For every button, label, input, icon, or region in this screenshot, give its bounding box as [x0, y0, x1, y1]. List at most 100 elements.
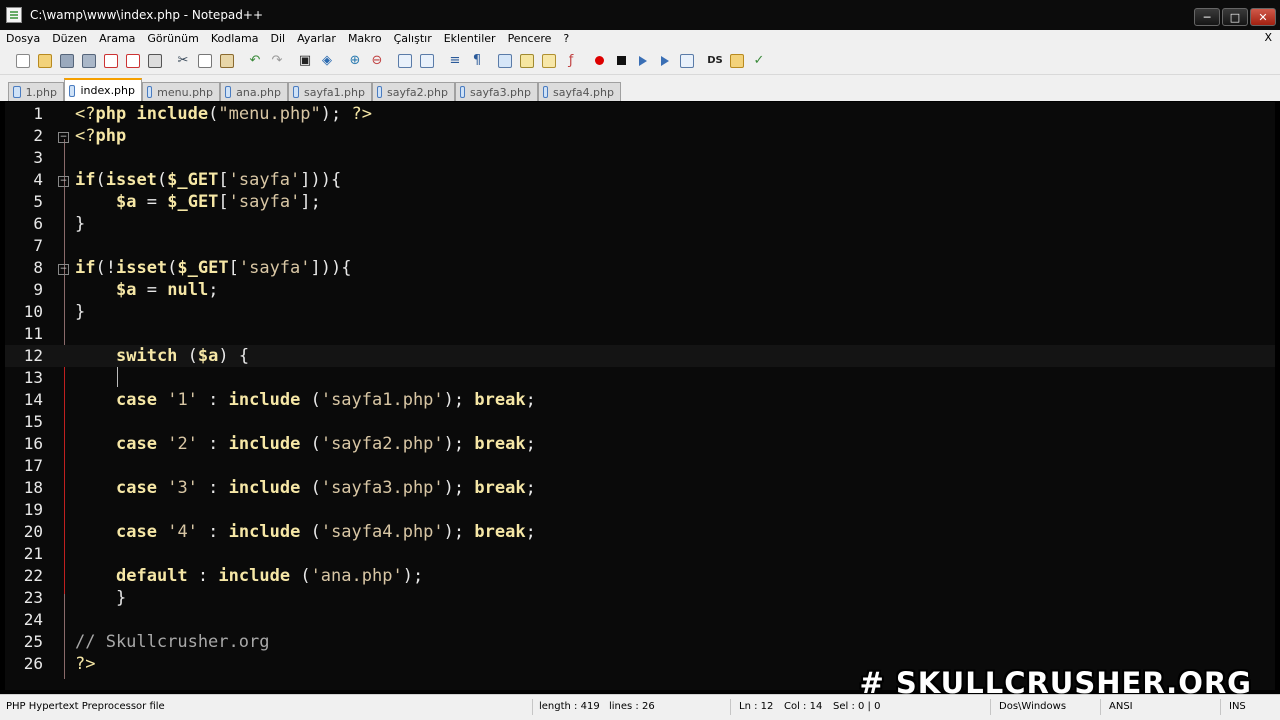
menu-help[interactable]: ?	[557, 32, 575, 45]
function-list-icon[interactable]: ƒ	[560, 50, 582, 72]
paste-icon[interactable]	[216, 50, 238, 72]
code-line[interactable]: 7	[5, 235, 1275, 257]
code-editor[interactable]: − − − − 1<?php include("menu.php"); ?>2<…	[5, 102, 1275, 690]
menu-edit[interactable]: Düzen	[46, 32, 93, 45]
code-line[interactable]: 18 case '3' : include ('sayfa3.php'); br…	[5, 477, 1275, 499]
ds-icon[interactable]: DS	[704, 50, 726, 72]
save-icon[interactable]	[56, 50, 78, 72]
code-line[interactable]: 9 $a = null;	[5, 279, 1275, 301]
save-macro-icon[interactable]	[676, 50, 698, 72]
code-line[interactable]: 5 $a = $_GET['sayfa'];	[5, 191, 1275, 213]
menu-settings[interactable]: Ayarlar	[291, 32, 342, 45]
code-line[interactable]: 25 // Skullcrusher.org	[5, 631, 1275, 653]
code-line[interactable]: 1 <?php include("menu.php"); ?>	[5, 103, 1275, 125]
trim-icon[interactable]	[726, 50, 748, 72]
code-text[interactable]: case '4' : include ('sayfa4.php'); break…	[75, 521, 536, 543]
close-window-button[interactable]: ✕	[1250, 8, 1276, 26]
code-line[interactable]: 16 case '2' : include ('sayfa2.php'); br…	[5, 433, 1275, 455]
code-line[interactable]: 19	[5, 499, 1275, 521]
code-text[interactable]: if(isset($_GET['sayfa'])){	[75, 169, 341, 191]
code-line[interactable]: 17	[5, 455, 1275, 477]
close-all-icon[interactable]	[122, 50, 144, 72]
code-text[interactable]: }	[75, 301, 85, 323]
menu-window[interactable]: Pencere	[502, 32, 558, 45]
save-all-icon[interactable]	[78, 50, 100, 72]
menu-file[interactable]: Dosya	[0, 32, 46, 45]
record-macro-icon[interactable]	[588, 50, 610, 72]
code-text[interactable]: ?>	[75, 653, 95, 675]
close-document-button[interactable]: X	[1264, 31, 1272, 44]
cut-icon[interactable]: ✂	[172, 50, 194, 72]
spellcheck-icon[interactable]: ✓	[748, 50, 770, 72]
undo-icon[interactable]: ↶	[244, 50, 266, 72]
code-text[interactable]: default : include ('ana.php');	[75, 565, 423, 587]
code-line[interactable]: 10}	[5, 301, 1275, 323]
maximize-button[interactable]: □	[1222, 8, 1248, 26]
play-macro-icon[interactable]	[632, 50, 654, 72]
code-line[interactable]: 21	[5, 543, 1275, 565]
menu-view[interactable]: Görünüm	[141, 32, 204, 45]
minimize-button[interactable]: ─	[1194, 8, 1220, 26]
code-line[interactable]: 12 switch ($a) {	[5, 345, 1275, 367]
tab-sayfa3-php[interactable]: sayfa3.php	[455, 82, 538, 101]
code-line[interactable]: 6}	[5, 213, 1275, 235]
code-text[interactable]: case '1' : include ('sayfa1.php'); break…	[75, 389, 536, 411]
code-line[interactable]: 24	[5, 609, 1275, 631]
code-line[interactable]: 2 <?php	[5, 125, 1275, 147]
code-text[interactable]: // Skullcrusher.org	[75, 631, 269, 653]
tab-index-php[interactable]: index.php	[64, 78, 142, 101]
show-all-chars-icon[interactable]: ¶	[466, 50, 488, 72]
close-icon[interactable]	[100, 50, 122, 72]
replace-icon[interactable]: ◈	[316, 50, 338, 72]
open-file-icon[interactable]	[34, 50, 56, 72]
indent-guide-icon[interactable]	[494, 50, 516, 72]
tab-1-php[interactable]: 1.php	[8, 82, 64, 101]
code-line[interactable]: 15	[5, 411, 1275, 433]
code-line[interactable]: 13	[5, 367, 1275, 389]
stop-macro-icon[interactable]	[610, 50, 632, 72]
menu-search[interactable]: Arama	[93, 32, 141, 45]
sync-horizontal-icon[interactable]	[416, 50, 438, 72]
menu-language[interactable]: Dil	[264, 32, 291, 45]
sync-vertical-icon[interactable]	[394, 50, 416, 72]
code-line[interactable]: 8 if(!isset($_GET['sayfa'])){	[5, 257, 1275, 279]
new-file-icon[interactable]	[12, 50, 34, 72]
word-wrap-icon[interactable]: ≡	[444, 50, 466, 72]
code-text[interactable]: <?php include("menu.php"); ?>	[75, 103, 372, 125]
code-text[interactable]: $a = $_GET['sayfa'];	[75, 191, 321, 213]
zoom-out-icon[interactable]: ⊖	[366, 50, 388, 72]
menu-plugins[interactable]: Eklentiler	[438, 32, 502, 45]
code-line[interactable]: 20 case '4' : include ('sayfa4.php'); br…	[5, 521, 1275, 543]
code-line[interactable]: 3	[5, 147, 1275, 169]
tab-menu-php[interactable]: menu.php	[142, 82, 220, 101]
find-icon[interactable]: ▣	[294, 50, 316, 72]
tab-ana-php[interactable]: ana.php	[220, 82, 288, 101]
code-line[interactable]: 14 case '1' : include ('sayfa1.php'); br…	[5, 389, 1275, 411]
code-text[interactable]: }	[75, 587, 126, 609]
menu-encoding[interactable]: Kodlama	[205, 32, 265, 45]
user-lang-icon[interactable]	[516, 50, 538, 72]
code-text[interactable]: switch ($a) {	[75, 345, 249, 367]
code-line[interactable]: 23 }	[5, 587, 1275, 609]
run-macro-multiple-icon[interactable]	[654, 50, 676, 72]
code-text[interactable]: <?php	[75, 125, 126, 147]
tab-sayfa4-php[interactable]: sayfa4.php	[538, 82, 621, 101]
code-line[interactable]: 11	[5, 323, 1275, 345]
tab-sayfa1-php[interactable]: sayfa1.php	[288, 82, 372, 101]
code-text[interactable]: $a = null;	[75, 279, 218, 301]
menu-macro[interactable]: Makro	[342, 32, 388, 45]
notepad-plus-plus-icon	[6, 7, 22, 23]
code-text[interactable]: case '3' : include ('sayfa3.php'); break…	[75, 477, 536, 499]
code-line[interactable]: 22 default : include ('ana.php');	[5, 565, 1275, 587]
code-text[interactable]: if(!isset($_GET['sayfa'])){	[75, 257, 352, 279]
code-text[interactable]: }	[75, 213, 85, 235]
menu-run[interactable]: Çalıştır	[388, 32, 438, 45]
copy-icon[interactable]	[194, 50, 216, 72]
code-text[interactable]: case '2' : include ('sayfa2.php'); break…	[75, 433, 536, 455]
print-icon[interactable]	[144, 50, 166, 72]
doc-map-icon[interactable]	[538, 50, 560, 72]
redo-icon[interactable]: ↷	[266, 50, 288, 72]
tab-sayfa2-php[interactable]: sayfa2.php	[372, 82, 455, 101]
code-line[interactable]: 4 if(isset($_GET['sayfa'])){	[5, 169, 1275, 191]
zoom-in-icon[interactable]: ⊕	[344, 50, 366, 72]
